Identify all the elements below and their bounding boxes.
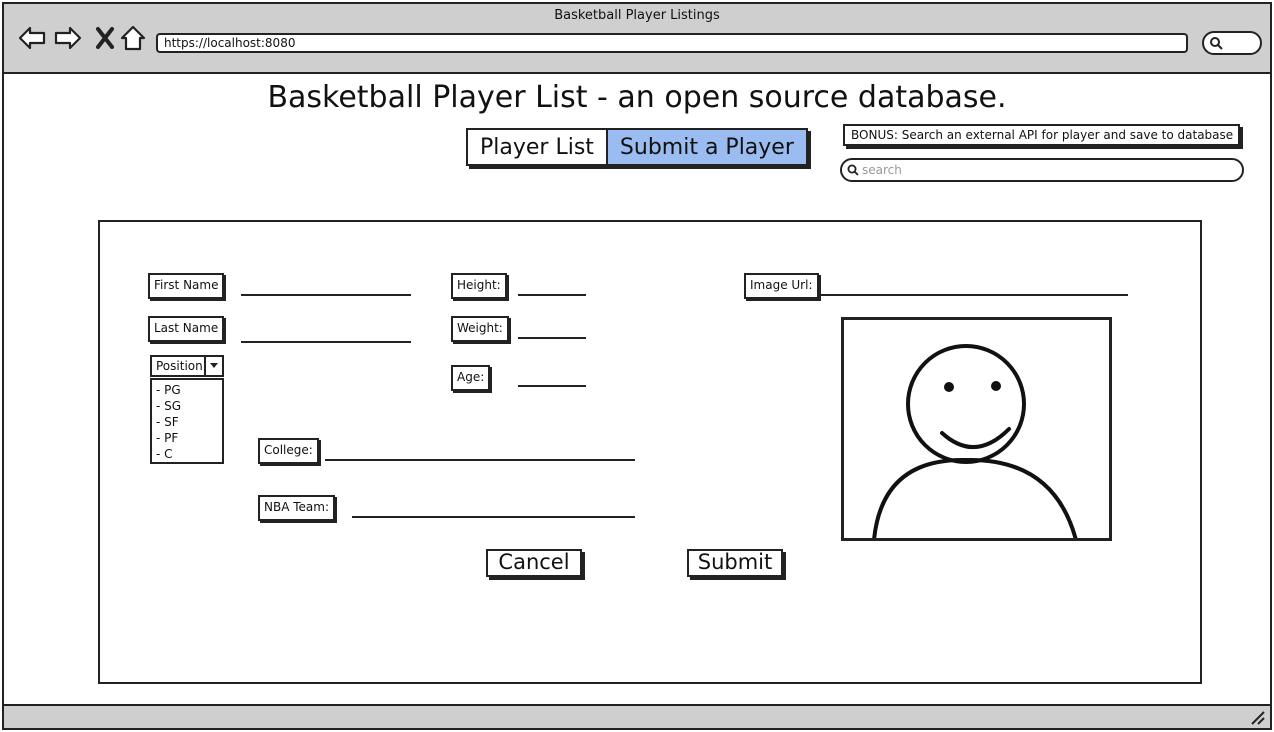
age-input[interactable] <box>518 369 586 387</box>
page-title: Basketball Player List - an open source … <box>267 80 1007 115</box>
position-select[interactable]: Position <box>150 355 224 377</box>
tab-player-list[interactable]: Player List <box>468 130 606 164</box>
back-icon[interactable] <box>18 24 46 52</box>
player-search[interactable] <box>840 158 1244 182</box>
weight-input[interactable] <box>518 321 586 339</box>
browser-search[interactable] <box>1202 31 1262 55</box>
position-option[interactable]: - PF <box>156 430 218 446</box>
address-bar[interactable]: https://localhost:8080 <box>156 33 1188 53</box>
position-option[interactable]: - SG <box>156 398 218 414</box>
first-name-input[interactable] <box>241 278 411 296</box>
status-bar <box>4 704 1270 728</box>
college-input[interactable] <box>325 443 635 461</box>
image-url-label: Image Url: <box>744 273 819 299</box>
search-input[interactable] <box>862 161 1232 179</box>
resize-grip-icon[interactable] <box>1250 710 1266 726</box>
search-icon <box>1210 37 1223 50</box>
nba-team-input[interactable] <box>352 500 635 518</box>
first-name-label: First Name <box>148 273 225 299</box>
nav-tabs: Player List Submit a Player <box>466 128 808 166</box>
position-select-label: Position <box>156 359 203 373</box>
image-url-input[interactable] <box>818 278 1128 296</box>
bonus-note: BONUS: Search an external API for player… <box>843 124 1240 146</box>
age-label: Age: <box>451 365 491 391</box>
stop-icon[interactable] <box>92 24 120 52</box>
tab-submit-player[interactable]: Submit a Player <box>605 130 806 164</box>
position-options-list: - PG - SG - SF - PF - C <box>150 378 224 464</box>
player-image-placeholder <box>841 317 1112 541</box>
search-icon <box>847 164 859 176</box>
user-avatar-icon <box>872 344 1078 541</box>
height-input[interactable] <box>518 278 586 296</box>
browser-chrome: Basketball Player Listings https://local… <box>4 4 1270 74</box>
home-icon[interactable] <box>119 24 147 52</box>
cancel-button[interactable]: Cancel <box>486 549 582 577</box>
window-title: Basketball Player Listings <box>554 8 720 23</box>
last-name-input[interactable] <box>241 325 411 343</box>
height-label: Height: <box>451 273 507 299</box>
position-option[interactable]: - PG <box>156 382 218 398</box>
nba-team-label: NBA Team: <box>258 495 335 521</box>
last-name-label: Last Name <box>148 316 225 342</box>
position-option[interactable]: - SF <box>156 414 218 430</box>
weight-label: Weight: <box>451 316 509 342</box>
submit-button[interactable]: Submit <box>687 549 783 577</box>
college-label: College: <box>258 438 319 464</box>
chevron-down-icon[interactable] <box>204 357 222 375</box>
position-option[interactable]: - C <box>156 446 218 462</box>
forward-icon[interactable] <box>54 24 82 52</box>
